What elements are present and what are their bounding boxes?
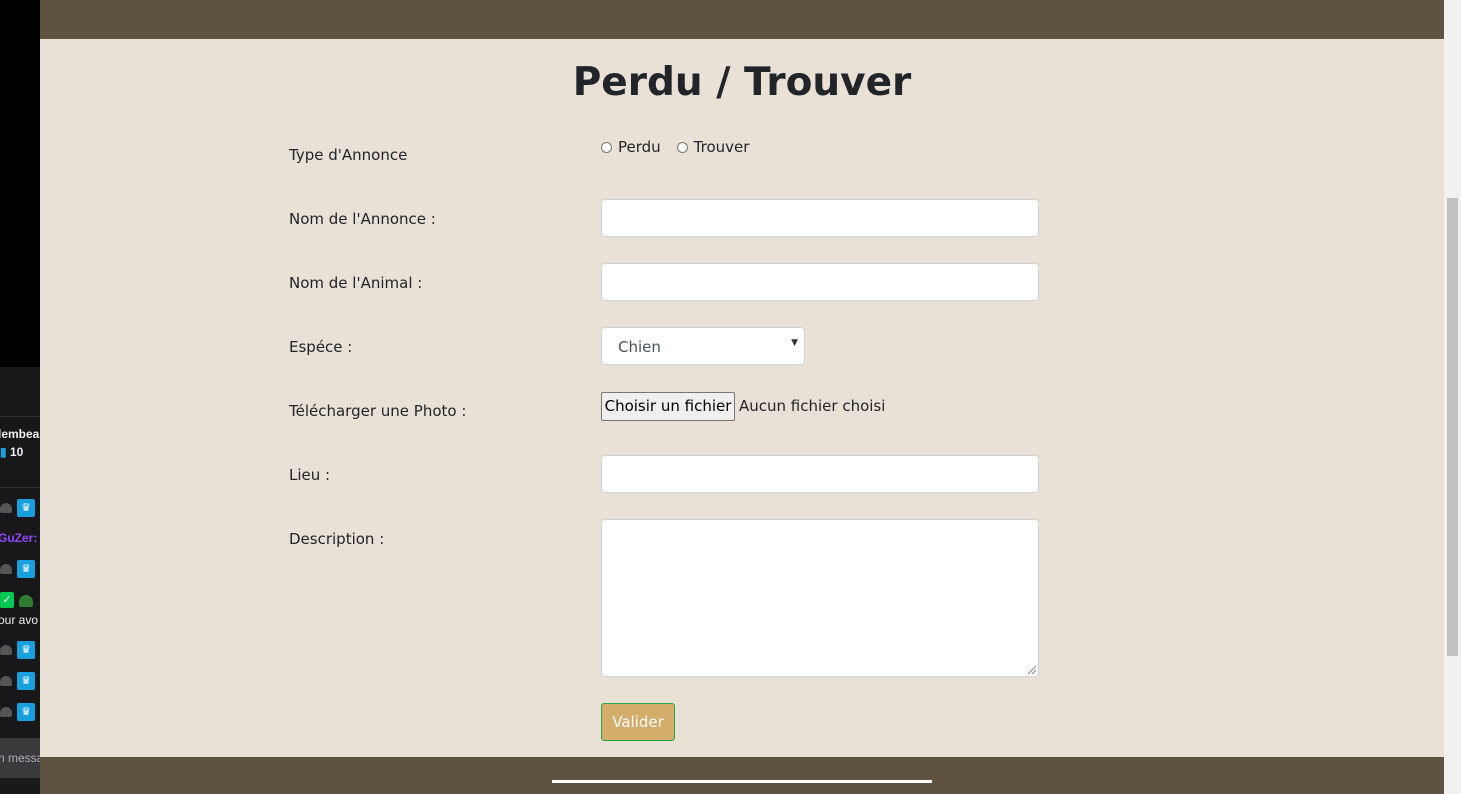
user-avatar-icon xyxy=(0,645,12,655)
annonce-name-label: Nom de l'Annonce : xyxy=(289,210,436,228)
top-navbar xyxy=(40,0,1444,39)
viewer-count: ▮ 10 xyxy=(0,445,24,459)
chat-divider xyxy=(0,487,40,488)
chat-input-fragment[interactable]: n messa xyxy=(0,738,40,778)
lieu-input[interactable] xyxy=(601,455,1039,493)
chat-username-fragment: lembea xyxy=(0,427,40,441)
espece-label: Espéce : xyxy=(289,338,353,356)
radio-trouver[interactable] xyxy=(676,141,688,153)
annonce-name-input[interactable] xyxy=(601,199,1039,237)
radio-trouver-label[interactable]: Trouver xyxy=(694,138,750,156)
chat-message-fragment: GuZer: e xyxy=(0,531,40,545)
crown-badge-icon: ♛ xyxy=(17,641,35,659)
choose-file-button[interactable]: Choisir un fichier xyxy=(601,392,735,421)
description-label: Description : xyxy=(289,530,385,548)
helmet-badge-icon xyxy=(19,595,33,607)
type-annonce-label: Type d'Annonce xyxy=(289,146,408,164)
crown-badge-icon: ♛ xyxy=(17,499,35,517)
vertical-scrollbar[interactable] xyxy=(1444,0,1461,794)
animal-name-label: Nom de l'Animal : xyxy=(289,274,423,292)
espece-select[interactable]: Chien ▼ xyxy=(601,327,805,365)
submit-button[interactable]: Valider xyxy=(601,703,675,741)
lieu-label: Lieu : xyxy=(289,466,331,484)
background-window-strip: lembea ▮ 10 ♛ GuZer: e ♛ ✓ our avo ♛ ♛ ♛… xyxy=(0,0,40,794)
type-annonce-radio-group: Perdu Trouver xyxy=(601,138,765,156)
chat-divider xyxy=(0,416,40,417)
crown-badge-icon: ♛ xyxy=(17,703,35,721)
espece-selected-value: Chien xyxy=(618,338,661,356)
user-avatar-icon xyxy=(0,676,12,686)
crown-badge-icon: ♛ xyxy=(17,560,35,578)
animal-name-input[interactable] xyxy=(601,263,1039,301)
description-textarea[interactable] xyxy=(601,519,1039,677)
user-avatar-icon xyxy=(0,564,12,574)
radio-perdu[interactable] xyxy=(601,141,612,153)
footer xyxy=(40,757,1444,794)
resize-grip-icon[interactable] xyxy=(1028,666,1036,674)
user-avatar-icon xyxy=(0,503,12,513)
crown-badge-icon: ♛ xyxy=(17,672,35,690)
file-status-text: Aucun fichier choisi xyxy=(739,397,886,415)
page-container: Perdu / Trouver Type d'Annonce Perdu Tro… xyxy=(40,0,1444,794)
photo-label: Télécharger une Photo : xyxy=(289,402,467,420)
page-title: Perdu / Trouver xyxy=(572,60,912,105)
viewer-icon: ▮ xyxy=(0,445,7,459)
radio-perdu-label[interactable]: Perdu xyxy=(618,138,661,156)
user-avatar-icon xyxy=(0,707,12,717)
scrollbar-thumb[interactable] xyxy=(1447,198,1458,656)
chat-line-fragment: our avo xyxy=(0,613,39,627)
dropdown-arrow-icon: ▼ xyxy=(791,338,798,348)
footer-divider xyxy=(552,780,932,783)
check-badge-icon: ✓ xyxy=(0,592,14,608)
